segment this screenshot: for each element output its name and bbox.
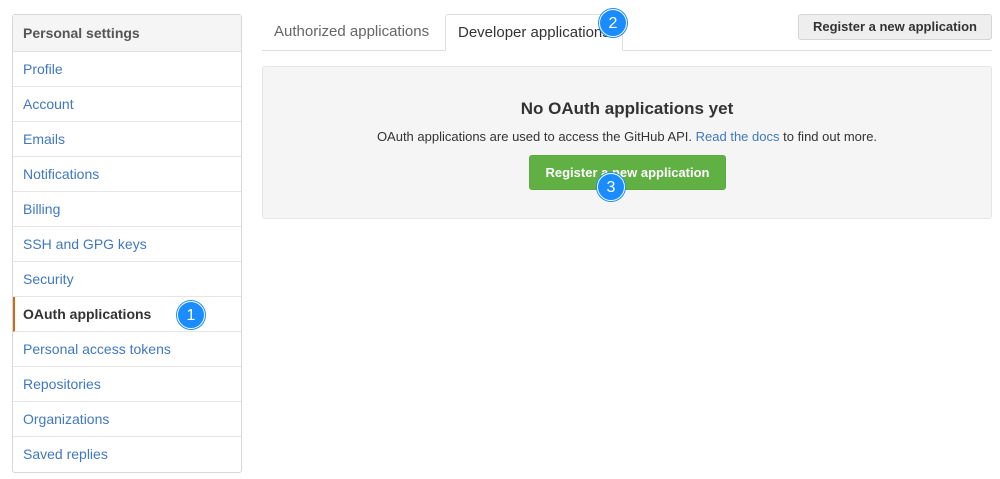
sidebar-item-profile[interactable]: Profile — [13, 52, 241, 87]
empty-state-panel: No OAuth applications yet OAuth applicat… — [262, 66, 992, 219]
sidebar-item-ssh-gpg-keys[interactable]: SSH and GPG keys — [13, 227, 241, 262]
register-application-primary-button[interactable]: Register a new application — [529, 155, 726, 190]
sidebar-item-notifications[interactable]: Notifications — [13, 157, 241, 192]
callout-badge-1: 1 — [177, 301, 205, 329]
sidebar-item-organizations[interactable]: Organizations — [13, 402, 241, 437]
tab-developer-applications[interactable]: Developer applications — [445, 14, 623, 51]
settings-sidebar: Personal settings Profile Account Emails… — [12, 14, 242, 473]
sidebar-item-account[interactable]: Account — [13, 87, 241, 122]
empty-state-desc-suffix: to find out more. — [783, 129, 878, 144]
register-new-application-button[interactable]: Register a new application — [798, 14, 992, 40]
tab-authorized-applications[interactable]: Authorized applications — [262, 14, 441, 51]
sidebar-title: Personal settings — [13, 15, 241, 52]
callout-badge-2: 2 — [599, 9, 627, 37]
sidebar-item-billing[interactable]: Billing — [13, 192, 241, 227]
read-the-docs-link[interactable]: Read the docs — [696, 129, 780, 144]
callout-badge-3: 3 — [597, 173, 625, 201]
sidebar-item-personal-access-tokens[interactable]: Personal access tokens — [13, 332, 241, 367]
sidebar-item-repositories[interactable]: Repositories — [13, 367, 241, 402]
sidebar-item-emails[interactable]: Emails — [13, 122, 241, 157]
sidebar-item-security[interactable]: Security — [13, 262, 241, 297]
empty-state-title: No OAuth applications yet — [520, 99, 734, 118]
sidebar-item-saved-replies[interactable]: Saved replies — [13, 437, 241, 472]
empty-state-desc-prefix: OAuth applications are used to access th… — [376, 129, 693, 144]
sidebar-item-oauth-applications[interactable]: OAuth applications — [13, 297, 241, 332]
empty-state-description: OAuth applications are used to access th… — [263, 129, 991, 144]
